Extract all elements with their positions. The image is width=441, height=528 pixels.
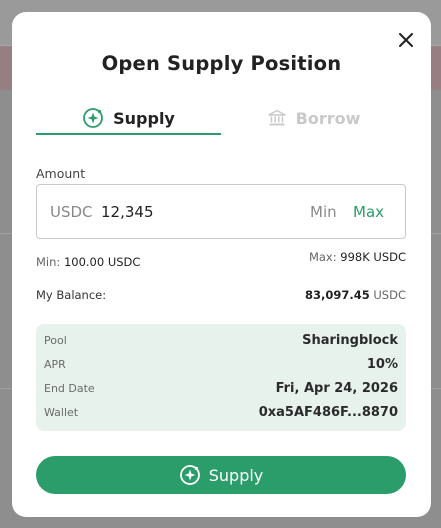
max-limit-value: 998K USDC	[340, 250, 406, 264]
detail-row-end-date: End Date Fri, Apr 24, 2026	[36, 378, 406, 402]
tab-supply[interactable]: Supply	[36, 100, 221, 136]
supply-modal: Open Supply Position Supply Borrow Amoun…	[12, 12, 431, 517]
detail-row-pool: Pool Sharingblock	[36, 330, 406, 354]
currency-label: USDC	[50, 203, 93, 221]
amount-input[interactable]: USDC 12,345 Min Max	[36, 184, 406, 239]
sparkle-coin-icon	[83, 108, 104, 128]
sparkle-coin-icon	[179, 465, 200, 485]
detail-key: End Date	[44, 382, 95, 395]
supply-button[interactable]: Supply	[36, 456, 406, 494]
balance-unit: USDC	[373, 288, 406, 302]
close-icon	[399, 33, 413, 47]
bank-icon	[267, 109, 286, 126]
tab-supply-label: Supply	[113, 108, 175, 128]
detail-value: 10%	[366, 357, 398, 372]
detail-key: Wallet	[44, 406, 79, 419]
tab-borrow[interactable]: Borrow	[221, 100, 406, 136]
min-limit: Min: 100.00 USDC	[36, 255, 140, 269]
modal-title: Open Supply Position	[101, 52, 342, 75]
balance-amount: 83,097.45	[304, 288, 370, 302]
min-limit-prefix: Min:	[36, 255, 61, 269]
max-limit: Max: 998K USDC	[309, 250, 406, 264]
close-button[interactable]	[394, 28, 418, 52]
position-details-card: Pool Sharingblock APR 10% End Date Fri, …	[36, 324, 406, 431]
max-limit-prefix: Max:	[308, 250, 337, 264]
balance-value: 83,097.45 USDC	[305, 288, 406, 302]
supply-button-label: Supply	[208, 465, 264, 485]
detail-row-apr: APR 10%	[36, 354, 406, 378]
balance-label: My Balance:	[36, 288, 107, 302]
tab-borrow-label: Borrow	[295, 108, 361, 128]
detail-key: Pool	[44, 334, 67, 347]
amount-value[interactable]: 12,345	[101, 203, 154, 221]
detail-row-wallet: Wallet 0xa5AF486F...8870	[36, 402, 406, 426]
max-button[interactable]: Max	[353, 203, 384, 221]
detail-value: Fri, Apr 24, 2026	[275, 381, 398, 396]
amount-label: Amount	[36, 166, 86, 181]
active-tab-indicator	[36, 133, 221, 135]
detail-value: 0xa5AF486F...8870	[258, 405, 398, 420]
min-limit-value: 100.00 USDC	[63, 255, 141, 269]
detail-key: APR	[44, 358, 66, 371]
detail-value: Sharingblock	[302, 333, 398, 348]
min-button[interactable]: Min	[310, 203, 337, 221]
